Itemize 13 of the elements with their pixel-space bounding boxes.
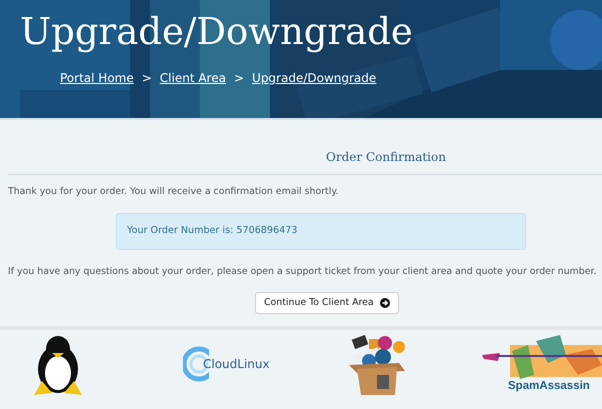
continue-button[interactable]: Continue To Client Area [255, 292, 399, 314]
order-number-alert: Your Order Number is: 5706896473 [116, 213, 526, 250]
breadcrumb-link[interactable]: Portal Home [60, 69, 134, 87]
breadcrumb-link[interactable]: Upgrade/Downgrade [252, 69, 376, 87]
breadcrumb-separator: > [142, 70, 152, 87]
breadcrumb-separator: > [234, 70, 244, 87]
breadcrumb-link[interactable]: Client Area [160, 69, 226, 87]
page-title: Upgrade/Downgrade [20, 9, 413, 55]
cloudlinux-logo: CloudLinux [183, 346, 270, 382]
section-heading: Order Confirmation [326, 150, 446, 164]
thank-you-text: Thank you for your order. You will receive a confirmation email shortly. [8, 185, 340, 199]
spamassassin-logo: SpamAssassin [482, 335, 602, 392]
support-text: If you have any questions about your order, please open a support ticket from your client area and quote your order number. [8, 265, 594, 280]
